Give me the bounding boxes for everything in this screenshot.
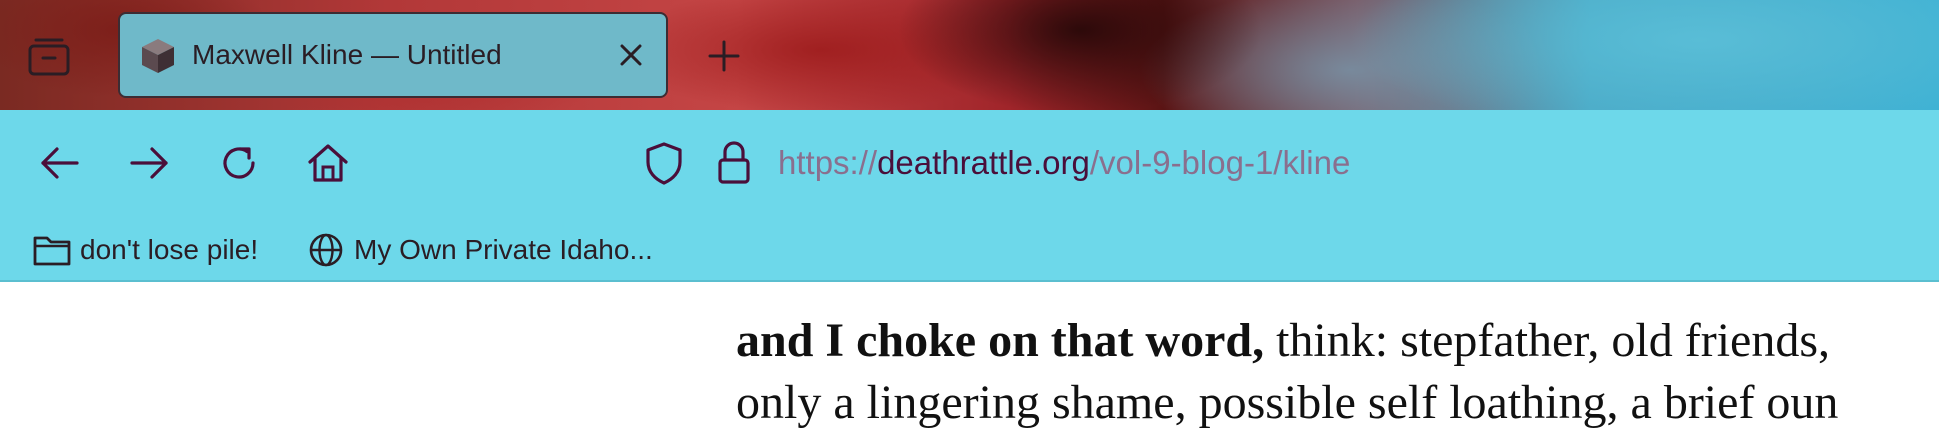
tab-title: Maxwell Kline — Untitled bbox=[192, 39, 502, 70]
bold-phrase: and I choke on that word, bbox=[736, 314, 1265, 367]
article-text: and I choke on that word, think: stepfat… bbox=[736, 310, 1939, 434]
globe-icon bbox=[306, 232, 346, 268]
navigation-toolbar: https://deathrattle.org/vol-9-blog-1/kli… bbox=[0, 110, 1939, 220]
url-scheme: https:// bbox=[778, 144, 878, 181]
home-icon[interactable] bbox=[305, 140, 351, 186]
reload-icon[interactable] bbox=[216, 140, 262, 186]
page-content: and I choke on that word, think: stepfat… bbox=[0, 282, 1939, 442]
bookmark-label: My Own Private Idaho... bbox=[354, 234, 653, 265]
text-line: only a lingering shame, possible self lo… bbox=[736, 376, 1839, 429]
forward-arrow-icon[interactable] bbox=[126, 140, 172, 186]
url-host: deathrattle.org bbox=[877, 144, 1090, 181]
cube-icon bbox=[138, 36, 178, 76]
back-arrow-icon[interactable] bbox=[37, 140, 83, 186]
tab-strip: Maxwell Kline — Untitled bbox=[0, 0, 1939, 110]
lock-icon[interactable] bbox=[714, 138, 754, 186]
shield-icon[interactable] bbox=[642, 140, 686, 186]
bookmarks-toolbar: don't lose pile! My Own Private Idaho... bbox=[0, 220, 1939, 282]
text-run: think: stepfather, old friends, bbox=[1264, 314, 1831, 367]
url-text[interactable]: https://deathrattle.org/vol-9-blog-1/kli… bbox=[778, 130, 1350, 196]
address-bar[interactable]: https://deathrattle.org/vol-9-blog-1/kli… bbox=[630, 130, 1630, 196]
folder-icon bbox=[32, 232, 72, 268]
close-tab-icon[interactable] bbox=[614, 38, 648, 72]
text-line: and I choke on that word, think: stepfat… bbox=[736, 310, 1939, 372]
tab-active[interactable]: Maxwell Kline — Untitled bbox=[118, 12, 668, 98]
new-tab-icon[interactable] bbox=[706, 38, 742, 74]
tab-overview-icon[interactable] bbox=[26, 36, 72, 76]
url-path: /vol-9-blog-1/kline bbox=[1089, 144, 1351, 181]
bookmark-label: don't lose pile! bbox=[80, 234, 259, 265]
